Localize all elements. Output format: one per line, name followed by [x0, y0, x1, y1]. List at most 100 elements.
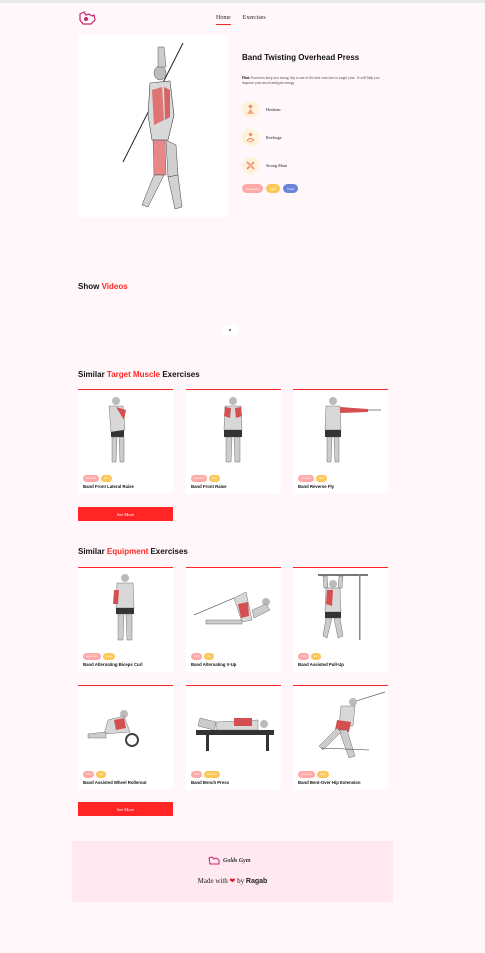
exercise-thumbnail: [196, 717, 274, 751]
target-icon: [242, 129, 259, 146]
card-badge-body-part: chest: [191, 771, 203, 778]
exercise-thumbnail: [87, 710, 139, 747]
exercise-image: [78, 35, 228, 217]
footer-logo: Golds Gym: [208, 856, 251, 866]
card-name: Band Assisted Pull-Up: [298, 662, 344, 667]
card-badge-target: biceps: [102, 653, 116, 660]
similar-equipment-suffix: Exercises: [148, 547, 188, 556]
videos-heading-prefix: Show: [78, 282, 102, 291]
gym-logo-icon: [208, 856, 220, 865]
main-nav: Home Exercises: [216, 15, 266, 25]
exercise-card[interactable]: waist abs Band Alternating V-Up: [186, 567, 281, 672]
card-badges: upper legs glutes: [298, 771, 329, 778]
card-name: Band Front Raise: [191, 484, 227, 489]
equipment-icon: [242, 157, 259, 174]
exercise-card[interactable]: shoulders delts Band Front Lateral Raise: [78, 389, 173, 494]
exercise-card[interactable]: shoulders delts Band Reverse Fly: [293, 389, 388, 494]
detail-body-part-label: Hexbran: [266, 107, 281, 112]
footer-credit: Made with ❤ by Ragab: [72, 877, 393, 885]
nav-exercises-link[interactable]: Exercises: [243, 15, 266, 25]
heart-icon: ❤: [229, 877, 236, 885]
exercise-description: Hint: Exercises keep you strong. hip is …: [242, 76, 382, 86]
body-part-icon: [242, 101, 259, 118]
card-name: Band Alternating Biceps Curl: [83, 662, 143, 667]
description-label: Hint:: [242, 76, 251, 80]
card-badges: shoulders delts: [83, 475, 112, 482]
exercise-thumbnail: [324, 397, 381, 463]
badge-target: delts: [266, 184, 281, 193]
badge-equipment: band: [283, 184, 298, 193]
exercise-thumbnail: [113, 574, 135, 641]
similar-equipment-heading: Similar Equipment Exercises: [78, 547, 188, 556]
similar-target-suffix: Exercises: [160, 370, 200, 379]
card-badge-target: delts: [315, 475, 327, 482]
footer-by: by: [237, 877, 245, 885]
videos-heading-highlight: Videos: [101, 282, 128, 291]
similar-target-heading: Similar Target Muscle Exercises: [78, 370, 200, 379]
videos-heading: Show Videos: [78, 282, 128, 291]
card-badge-target: delts: [208, 475, 220, 482]
card-badge-body-part: waist: [83, 771, 95, 778]
exercise-thumbnail: [223, 397, 243, 463]
nav-home-link[interactable]: Home: [216, 15, 231, 25]
card-name: Band Bent-Over Hip Extension: [298, 780, 361, 785]
card-badge-body-part: shoulders: [191, 475, 207, 482]
detail-target-label: Roebsige: [266, 135, 282, 140]
card-badges: back lats: [298, 653, 321, 660]
card-badge-target: delts: [100, 475, 112, 482]
similar-equipment-prefix: Similar: [78, 547, 107, 556]
card-badge-body-part: back: [298, 653, 309, 660]
card-badge-body-part: shoulders: [83, 475, 99, 482]
card-badge-target: pectorals: [204, 771, 220, 778]
card-name: Band Assisted Wheel Rollerout: [83, 780, 147, 785]
see-more-equipment-button[interactable]: See More: [78, 802, 173, 816]
card-badges: waist abs: [83, 771, 106, 778]
exercise-card[interactable]: back lats Band Assisted Pull-Up: [293, 567, 388, 672]
card-badge-target: abs: [204, 653, 214, 660]
card-badge-body-part: shoulders: [298, 475, 314, 482]
card-badge-body-part: upper legs: [298, 771, 315, 778]
exercise-title: Band Twisting Overhead Press: [242, 53, 360, 62]
similar-target-highlight: Target Muscle: [106, 370, 161, 379]
card-name: Band Alternating V-Up: [191, 662, 237, 667]
see-more-target-button[interactable]: See More: [78, 507, 173, 521]
detail-body-part: Hexbran: [242, 101, 280, 118]
footer: Golds Gym Made with ❤ by Ragab: [72, 841, 393, 902]
detail-equipment: Strong Main: [242, 157, 287, 174]
card-name: Band Reverse Fly: [298, 484, 335, 489]
card-badge-body-part: waist: [191, 653, 203, 660]
footer-made-with: Made with: [197, 877, 228, 885]
card-badge-target: abs: [96, 771, 106, 778]
exercise-thumbnail: [108, 397, 126, 463]
top-border: [0, 0, 485, 3]
card-name: Band Bench Press: [191, 780, 229, 785]
card-badge-target: glutes: [316, 771, 329, 778]
exercise-card[interactable]: shoulders delts Band Front Raise: [186, 389, 281, 494]
card-badges: chest pectorals: [191, 771, 220, 778]
detail-equipment-label: Strong Main: [266, 163, 288, 168]
loading-spinner: [221, 325, 239, 335]
footer-author: Ragab: [245, 878, 268, 885]
card-name: Band Front Lateral Raise: [83, 484, 134, 489]
card-badge-body-part: upper arms: [83, 653, 101, 660]
exercise-thumbnail: [318, 691, 386, 759]
exercise-card[interactable]: waist abs Band Assisted Wheel Rollerout: [78, 685, 173, 790]
card-badges: waist abs: [191, 653, 214, 660]
exercise-thumbnail: [193, 591, 271, 625]
detail-target: Roebsige: [242, 129, 282, 146]
similar-target-prefix: Similar: [78, 370, 107, 379]
card-badges: shoulders delts: [191, 475, 220, 482]
gym-logo-icon[interactable]: [78, 11, 96, 26]
footer-logo-text: Golds Gym: [223, 858, 251, 864]
badge-body-part: shoulders: [242, 184, 263, 193]
exercise-thumbnail: [318, 574, 368, 640]
card-badges: shoulders delts: [298, 475, 327, 482]
card-badge-target: lats: [310, 653, 321, 660]
exercise-card[interactable]: chest pectorals Band Bench Press: [186, 685, 281, 790]
exercise-card[interactable]: upper legs glutes Band Bent-Over Hip Ext…: [293, 685, 388, 790]
card-badges: upper arms biceps: [83, 653, 116, 660]
exercise-card[interactable]: upper arms biceps Band Alternating Bicep…: [78, 567, 173, 672]
similar-equipment-highlight: Equipment: [106, 547, 149, 556]
hero-badges: shoulders delts band: [242, 184, 298, 193]
description-text: Exercises keep you strong. hip is one of…: [242, 76, 380, 85]
